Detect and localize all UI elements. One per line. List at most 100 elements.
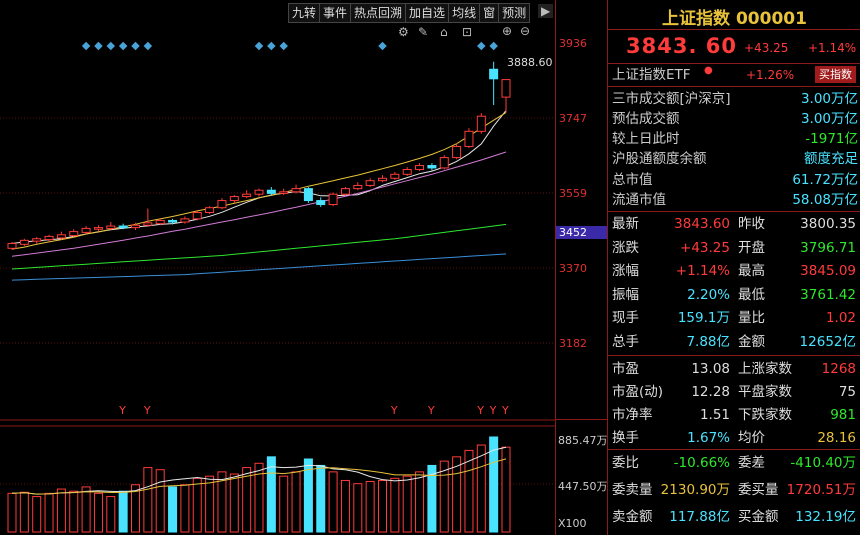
event-diamond-icon [267, 41, 276, 51]
quote-label: 市净率 [612, 407, 653, 423]
quote-label: 委差 [738, 455, 765, 471]
candle-body [340, 188, 350, 195]
quote-label: 振幅 [612, 286, 639, 303]
volume-bar [32, 496, 42, 533]
quote-row: 市盈(动) 12.28 平盘家数 75 [612, 381, 860, 404]
quote-value: 1720.51万 [786, 482, 856, 498]
high-price-label: 3888.60 [507, 56, 553, 69]
quote-value: -410.40万 [790, 455, 856, 471]
quote-label: 委卖量 [612, 482, 653, 498]
index-title: 上证指数 000001 [662, 9, 807, 29]
candle-body [229, 196, 239, 202]
grid [0, 117, 555, 485]
price-tick: 3559 [559, 187, 587, 200]
forecast-button[interactable]: 预测 [498, 3, 531, 23]
volume-bar [81, 486, 91, 533]
pen-icon[interactable]: ✎ [418, 25, 428, 39]
candle-body [69, 231, 79, 237]
chart-toolbar: 九转 事件 热点回溯 加自选 均线 窗 预测 [288, 3, 531, 23]
candle-body [106, 225, 116, 229]
quote-row: 卖金额 117.88亿 买金额 132.19亿 [612, 506, 860, 529]
event-diamond-icon [279, 41, 288, 51]
kline-chart[interactable]: YYYYYYY 3888.60 九转 事件 热点回溯 加自选 均线 窗 预测 ▶… [0, 0, 555, 535]
event-marker-y: Y [118, 404, 126, 417]
candle-body [205, 207, 215, 213]
candle-body [476, 115, 486, 132]
quote-label: 总手 [612, 333, 639, 350]
etf-label[interactable]: 上证指数ETF [612, 65, 691, 85]
candle-body [44, 235, 54, 241]
quote-value: 3845.09 [800, 263, 856, 279]
quote-label: 最低 [738, 286, 765, 303]
event-diamond-icon [81, 41, 91, 51]
quote-label: 均价 [738, 430, 765, 446]
volume-bar [143, 467, 153, 533]
event-diamond-icon [477, 41, 486, 51]
zoom-in-icon[interactable]: ⊕ [502, 24, 512, 38]
volume-bar [168, 486, 178, 533]
candle-body [378, 177, 387, 182]
candle-body [56, 234, 66, 239]
event-markers: YYYYYYY [81, 41, 509, 417]
quote-label: 涨跌 [612, 239, 639, 256]
zoom-out-icon[interactable]: ⊖ [520, 24, 530, 38]
lock-icon[interactable]: ⌂ [440, 25, 448, 39]
quote-value: 159.1万 [677, 310, 730, 326]
quote-label: 金额 [738, 333, 765, 350]
candle-body [155, 219, 165, 225]
quote-label: 买金额 [738, 509, 779, 525]
last-price: 3843. 60 [626, 34, 737, 58]
quote-row: 涨幅 +1.14% 最高 3845.09 [612, 260, 860, 283]
candle-body [279, 191, 289, 194]
candle-body [131, 224, 140, 229]
add-watchlist-button[interactable]: 加自选 [405, 3, 449, 23]
quote-value: 3843.60 [674, 216, 730, 232]
volume-bar [402, 475, 412, 533]
volume-bar [279, 475, 289, 533]
price-tick: 3182 [559, 337, 587, 350]
quote-value: 3796.71 [800, 239, 856, 256]
expand-icon[interactable]: ⊡ [462, 25, 472, 39]
event-diamond-icon [131, 41, 140, 51]
candle-body [328, 193, 338, 206]
etf-dot-icon: ● [704, 65, 713, 76]
volume-bar [205, 475, 215, 533]
event-diamond-icon [94, 41, 103, 51]
quote-label: 卖金额 [612, 509, 653, 525]
event-marker-y: Y [390, 404, 398, 417]
candle-body [19, 239, 29, 245]
volume-bar [192, 477, 202, 533]
volume-bar [340, 479, 350, 533]
events-button[interactable]: 事件 [319, 3, 351, 23]
event-marker-y: Y [501, 404, 509, 417]
quote-row: 最新 3843.60 昨收 3800.35 [612, 213, 860, 236]
volume-bar [353, 483, 363, 533]
quote-row: 委卖量 2130.90万 委买量 1720.51万 [612, 479, 860, 502]
buy-index-button[interactable]: 买指数 [815, 66, 856, 83]
quote-value: 132.19亿 [795, 509, 856, 525]
candle-body [303, 188, 313, 202]
quote-value: 13.08 [691, 361, 730, 377]
quote-label: 最新 [612, 216, 639, 232]
stat-row: 三市成交额[沪深京] 3.00万亿 [612, 91, 858, 107]
collapse-arrow-icon[interactable]: ▶ [538, 4, 554, 18]
price-axis: 3936 3747 3559 3452 3370 3182 885.47万 44… [555, 0, 608, 535]
settings-icon[interactable]: ⚙ [398, 25, 409, 39]
event-marker-y: Y [427, 404, 435, 417]
window-button[interactable]: 窗 [479, 3, 499, 23]
etf-row[interactable]: 上证指数ETF ● +1.26% 买指数 [612, 65, 860, 85]
ma-line-blue [11, 253, 507, 281]
kline-svg[interactable]: YYYYYYY 3888.60 [0, 0, 555, 535]
candle-body [427, 165, 437, 169]
candles [7, 61, 511, 250]
quote-value: 12652亿 [799, 333, 856, 350]
quote-row: 换手 1.67% 均价 28.16 [612, 427, 860, 450]
stat-row: 沪股通额度余额 额度充足 [612, 151, 858, 167]
candle-body [291, 188, 301, 193]
etf-change: +1.26% [746, 68, 795, 82]
volume-bars [7, 436, 511, 533]
candle-body [266, 189, 276, 194]
jiuzhuan-button[interactable]: 九转 [288, 3, 320, 23]
ma-button[interactable]: 均线 [448, 3, 480, 23]
hot-replay-button[interactable]: 热点回溯 [350, 3, 406, 23]
